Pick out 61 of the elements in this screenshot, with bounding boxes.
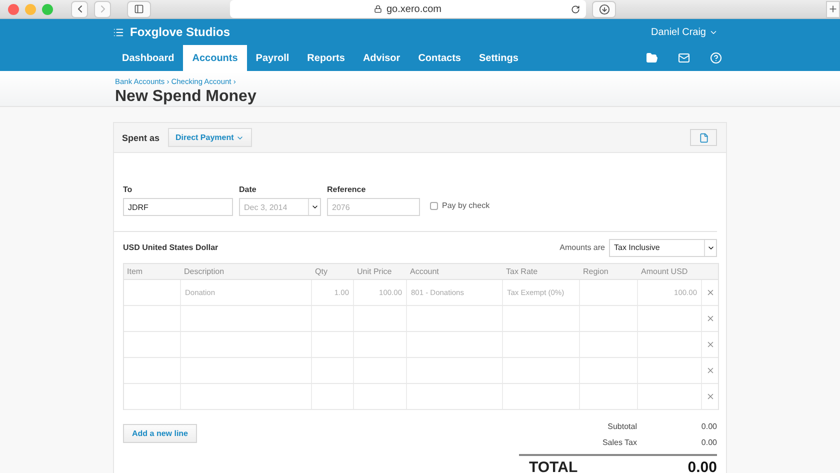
column-header: Item: [126, 266, 144, 278]
close-icon: [706, 392, 715, 401]
help-icon[interactable]: [710, 52, 722, 64]
add-line-button[interactable]: Add a new line: [123, 424, 198, 443]
lock-icon: [374, 5, 382, 13]
spent-as-label: Spent as: [122, 132, 160, 142]
sidebar-button[interactable]: [127, 0, 151, 18]
currency-label: USD United States Dollar: [123, 243, 220, 252]
nav-tab[interactable]: Contacts: [409, 45, 470, 71]
date-label: Date: [239, 185, 258, 194]
user-menu[interactable]: Daniel Craig: [650, 26, 706, 38]
subtotal-value: 0.00: [700, 422, 717, 430]
column-header: Account: [409, 266, 440, 278]
close-window-icon[interactable]: [8, 4, 19, 14]
sales-tax-label: Sales Tax: [602, 438, 637, 446]
sales-tax-value: 0.00: [700, 438, 717, 446]
caret-icon[interactable]: [310, 203, 318, 211]
subtotal-label: Subtotal: [608, 422, 637, 430]
close-icon: [706, 366, 715, 375]
column-header: Amount USD: [640, 266, 689, 278]
organisation-name[interactable]: Foxglove Studios: [130, 25, 651, 39]
nav-tab[interactable]: Dashboard: [113, 45, 184, 71]
reference-label: Reference: [327, 185, 367, 194]
date-field[interactable]: Dec 3, 2014: [239, 198, 321, 216]
pay-by-check-label: Pay by check: [442, 201, 490, 210]
column-header: Unit Price: [356, 266, 393, 278]
page-title: New Spend Money: [115, 88, 258, 106]
new-tab-button[interactable]: [826, 0, 840, 18]
mail-icon[interactable]: [678, 52, 690, 64]
to-label: To: [123, 185, 134, 194]
column-header: Qty: [314, 266, 328, 278]
nav-tab[interactable]: Advisor: [354, 45, 410, 71]
plus-icon: [828, 4, 838, 14]
amounts-are-dropdown[interactable]: Tax Inclusive: [609, 238, 717, 256]
sidebar-icon: [134, 4, 144, 14]
nav-tab[interactable]: Settings: [470, 45, 528, 71]
nav-tab[interactable]: Payroll: [246, 45, 298, 71]
document-button[interactable]: [690, 129, 717, 146]
payment-type-dropdown[interactable]: Direct Payment: [168, 128, 252, 147]
close-icon: [706, 314, 715, 323]
download-icon: [598, 4, 610, 14]
column-header: Description: [183, 266, 226, 278]
to-field[interactable]: JDRF: [123, 198, 233, 216]
download-button[interactable]: [592, 0, 616, 18]
close-icon: [706, 340, 715, 349]
address-bar[interactable]: go.xero.com: [230, 0, 586, 18]
document-icon: [698, 132, 708, 142]
close-icon: [706, 288, 715, 297]
checkbox[interactable]: [430, 202, 438, 210]
nav-tab[interactable]: Reports: [298, 45, 354, 71]
menu-icon[interactable]: [113, 26, 124, 38]
amounts-are-label: Amounts are: [560, 243, 605, 252]
reload-icon[interactable]: [571, 4, 580, 14]
column-header: Region: [582, 266, 610, 278]
folder-icon[interactable]: [646, 52, 658, 64]
total-value: 0.00: [688, 459, 717, 473]
column-header: Tax Rate: [505, 266, 539, 278]
reference-field[interactable]: 2076: [327, 198, 420, 216]
total-label: TOTAL: [529, 459, 578, 473]
nav-tab[interactable]: Accounts: [183, 45, 247, 71]
back-button[interactable]: [71, 0, 88, 18]
